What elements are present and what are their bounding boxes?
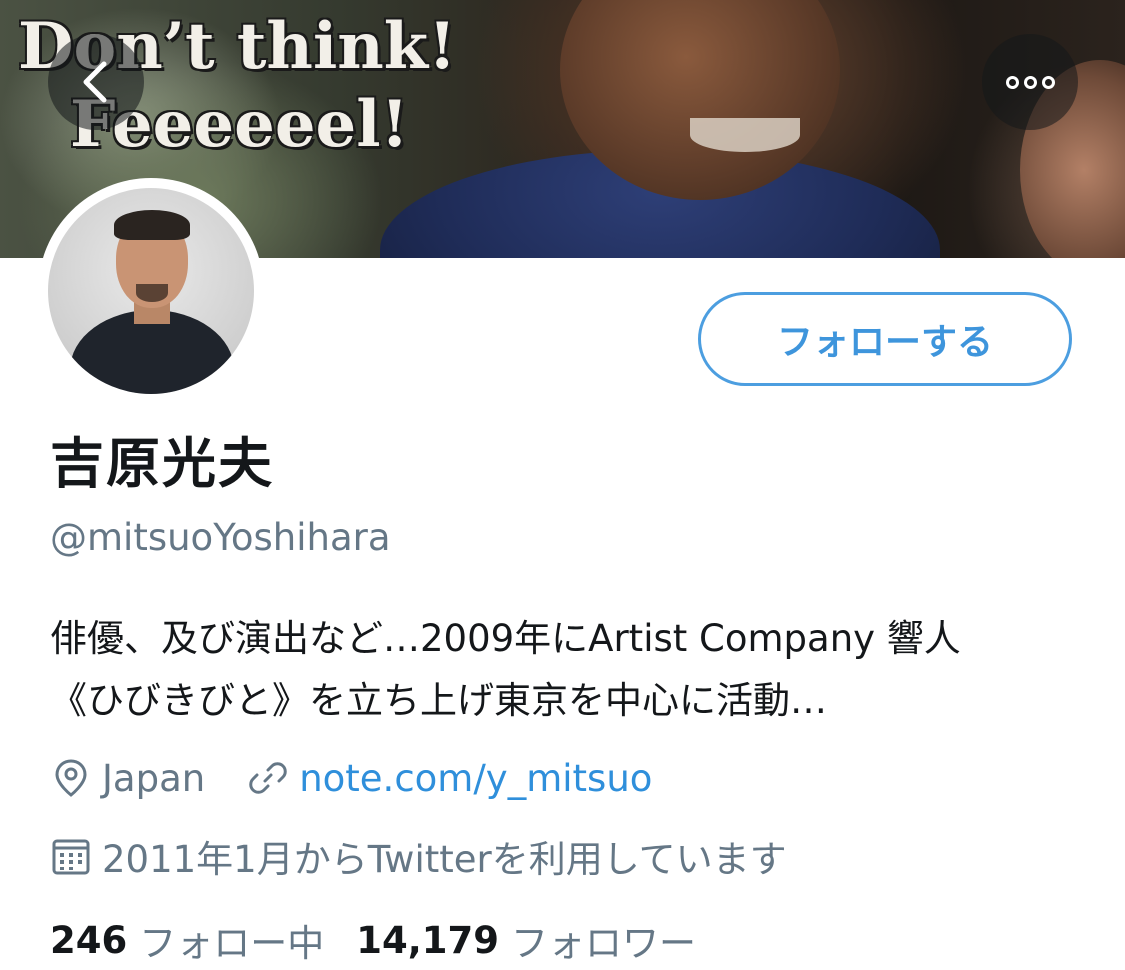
banner-photo-smile [690,118,800,152]
follow-stats: 246 フォロー中 14,179 フォロワー [50,914,696,966]
more-options-button[interactable] [982,34,1078,130]
followers-count: 14,179 [356,918,500,962]
followers-stat[interactable]: 14,179 フォロワー [356,913,696,967]
followers-label: フォロワー [511,922,697,965]
following-stat[interactable]: 246 フォロー中 [50,913,324,967]
avatar-photo [48,188,254,394]
profile-meta-row: Japan note.com/y_mitsuo [50,752,652,804]
location-pin-icon [50,757,92,799]
profile-bio: 俳優、及び演出など…2009年にArtist Company 響人 《ひびきびと… [50,608,1100,732]
back-button[interactable] [48,34,144,130]
following-label: フォロー中 [139,922,325,965]
profile-avatar[interactable] [38,178,264,404]
location-text: Japan [102,756,206,800]
link-icon [247,757,289,799]
website-link[interactable]: note.com/y_mitsuo [299,757,652,800]
follow-button[interactable]: フォローする [698,292,1072,386]
bio-line-2: 《ひびきびと》を立ち上げ東京を中心に活動… [50,679,827,722]
joined-date-row: 2011年1月からTwitterを利用しています [50,830,787,882]
more-dots-icon [1005,75,1055,89]
chevron-left-icon [83,61,107,103]
joined-text: 2011年1月からTwitterを利用しています [102,838,787,881]
display-name: 吉原光夫 [50,432,274,495]
calendar-icon [50,835,92,877]
user-handle: @mitsuoYoshihara [50,516,391,559]
following-count: 246 [50,918,128,962]
bio-line-1: 俳優、及び演出など…2009年にArtist Company 響人 [50,617,961,660]
